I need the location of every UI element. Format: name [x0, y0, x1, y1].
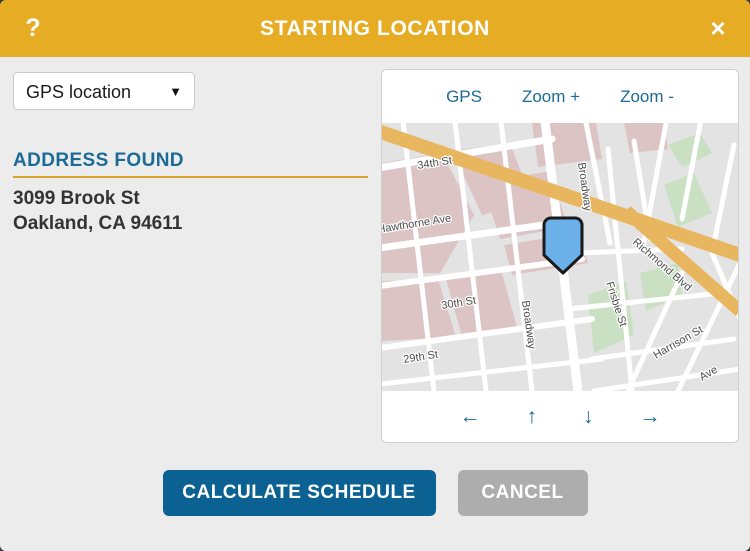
- map-pan-left-button[interactable]: ←: [460, 406, 481, 427]
- address-block: ADDRESS FOUND 3099 Brook St Oakland, CA …: [13, 150, 368, 236]
- map-zoom-out-button[interactable]: Zoom -: [620, 87, 674, 107]
- location-source-select[interactable]: GPS location ▼: [13, 72, 195, 110]
- map-zoom-in-button[interactable]: Zoom +: [522, 87, 580, 107]
- calculate-schedule-button[interactable]: CALCULATE SCHEDULE: [162, 470, 436, 516]
- map-pan-down-button[interactable]: ↓: [583, 406, 594, 427]
- starting-location-dialog: ? STARTING LOCATION × GPS location ▼ ADD…: [0, 0, 750, 551]
- map-render: 34th St Hawthorne Ave 30th St 29th St Br…: [382, 123, 738, 391]
- map-gps-button[interactable]: GPS: [446, 87, 482, 107]
- map-pan-right-button[interactable]: →: [640, 406, 661, 427]
- location-source-value: GPS location: [26, 82, 132, 102]
- chevron-down-icon: ▼: [169, 84, 182, 99]
- map-viewport[interactable]: 34th St Hawthorne Ave 30th St 29th St Br…: [382, 123, 738, 391]
- address-line-1: 3099 Brook St: [13, 188, 140, 209]
- map-panel: GPS Zoom + Zoom - 34th St Hawthorne Ave …: [381, 69, 739, 443]
- map-pan-up-button[interactable]: ↑: [527, 406, 538, 427]
- cancel-button[interactable]: CANCEL: [457, 470, 588, 516]
- map-toolbar: GPS Zoom + Zoom -: [382, 70, 738, 123]
- close-icon[interactable]: ×: [700, 0, 736, 57]
- dialog-titlebar: ? STARTING LOCATION ×: [0, 0, 750, 57]
- map-pan-controls: ← ↑ ↓ →: [382, 391, 738, 442]
- dialog-footer: CALCULATE SCHEDULE CANCEL: [0, 470, 750, 516]
- location-source-panel: GPS location ▼ ADDRESS FOUND 3099 Brook …: [13, 72, 368, 236]
- dialog-title: STARTING LOCATION: [260, 17, 490, 40]
- address-found-heading: ADDRESS FOUND: [13, 150, 368, 178]
- address-line-2: Oakland, CA 94611: [13, 213, 183, 234]
